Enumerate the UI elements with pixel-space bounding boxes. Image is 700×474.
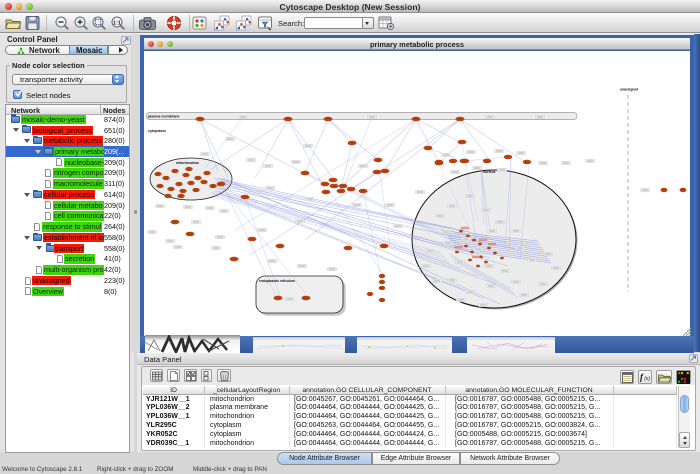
svg-text:endoplasmic reticulum: endoplasmic reticulum (259, 279, 295, 283)
svg-text:unassigned: unassigned (620, 88, 638, 92)
svg-text:1:1: 1:1 (113, 20, 121, 26)
svg-text:nucleus: nucleus (483, 170, 496, 174)
svg-text:(x): (x) (644, 376, 650, 382)
svg-text:plasma membrane: plasma membrane (148, 115, 180, 119)
svg-text:cytoplasm: cytoplasm (148, 129, 166, 133)
svg-text:mitochondrion: mitochondrion (176, 161, 199, 165)
